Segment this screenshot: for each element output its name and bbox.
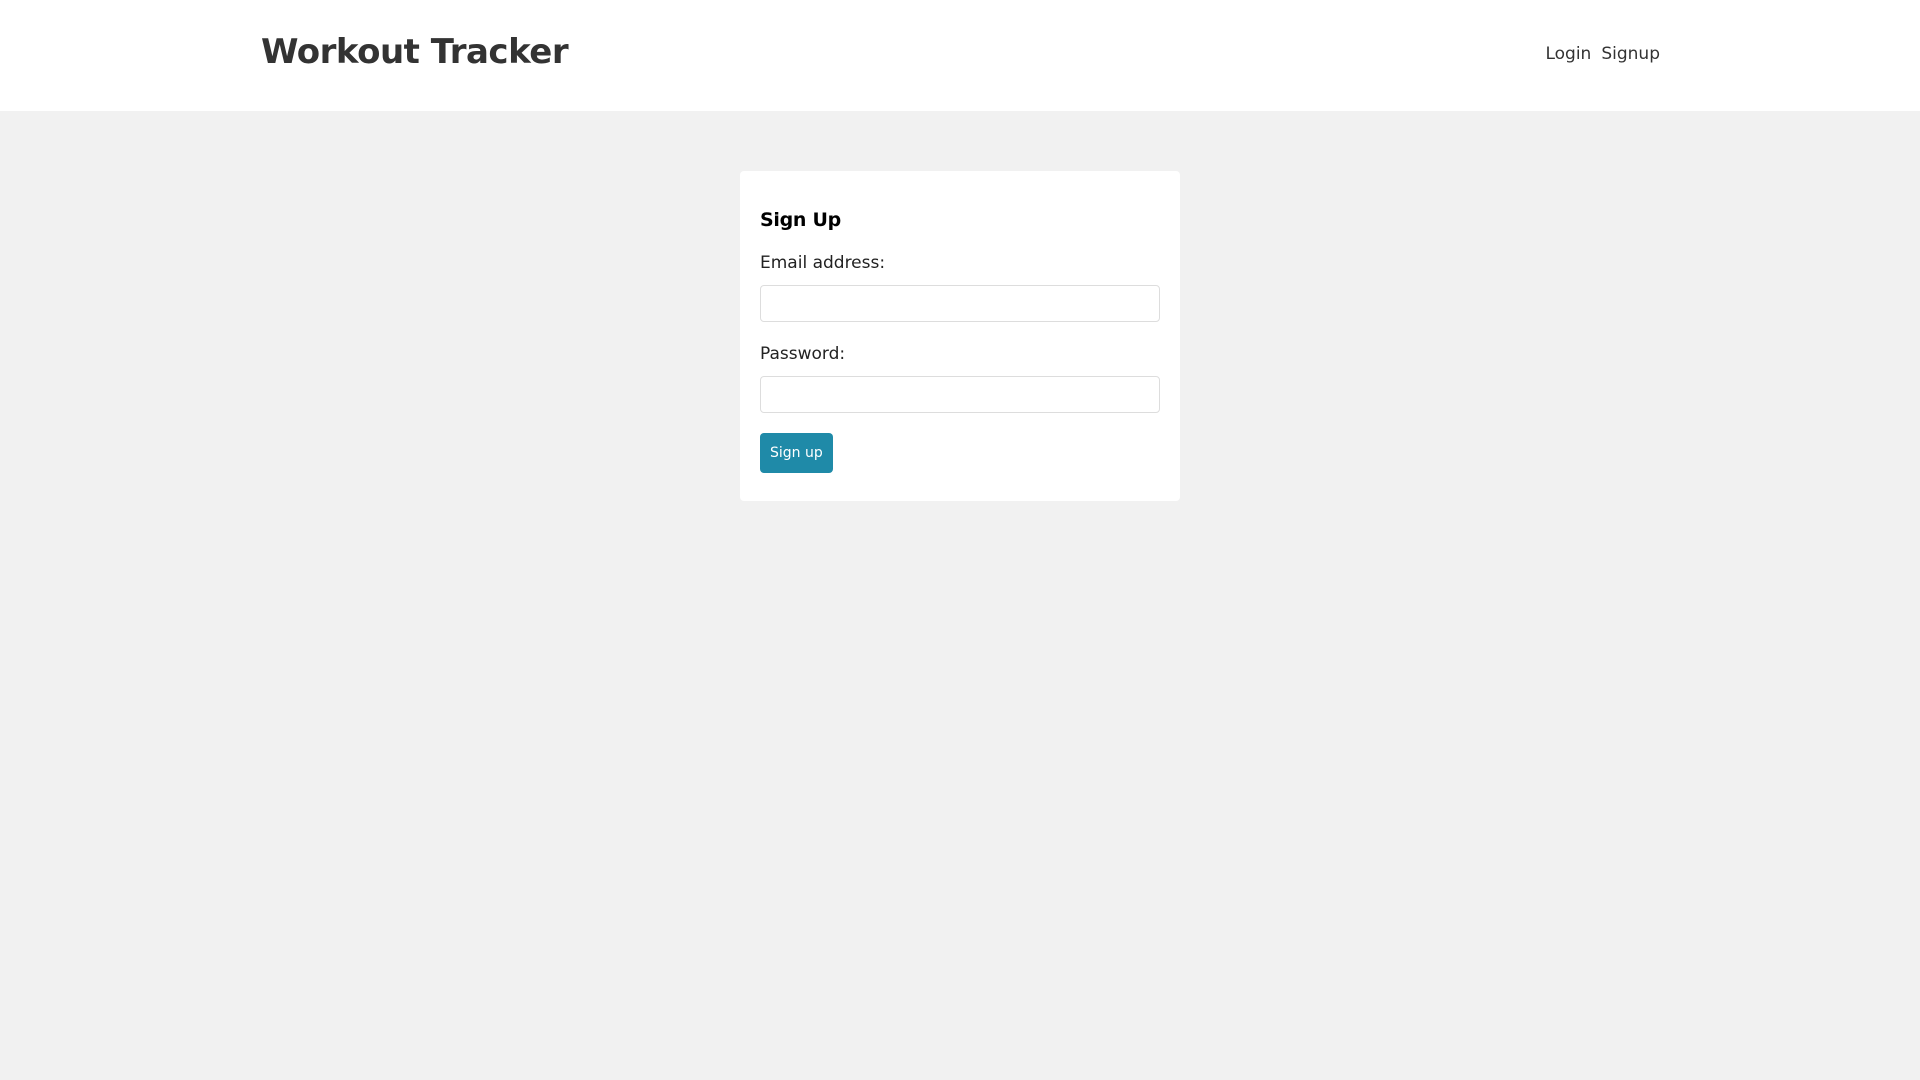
top-nav: Login Signup [1545, 44, 1660, 64]
password-label: Password: [760, 344, 846, 364]
nav-login-link[interactable]: Login [1545, 44, 1591, 64]
signup-form: Sign Up Email address: Password: Sign up [740, 171, 1180, 501]
top-header: Workout Tracker Login Signup [0, 0, 1920, 111]
email-field[interactable] [760, 285, 1160, 322]
nav-signup-link[interactable]: Signup [1601, 44, 1660, 64]
brand-logo-link[interactable]: Workout Tracker [261, 32, 569, 72]
signup-submit-button[interactable]: Sign up [760, 433, 833, 473]
password-field[interactable] [760, 376, 1160, 413]
form-title: Sign Up [760, 209, 841, 231]
email-label: Email address: [760, 253, 886, 273]
